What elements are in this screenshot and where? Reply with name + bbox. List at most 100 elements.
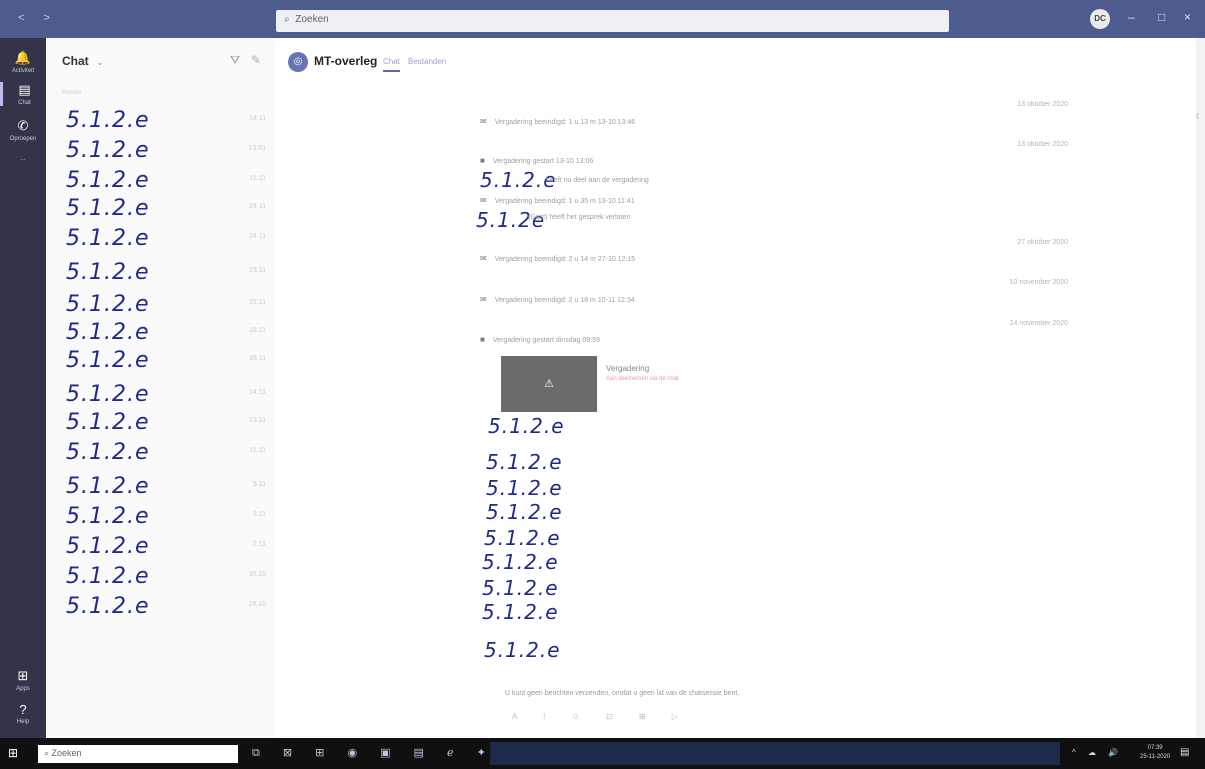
meeting-card-title: Vergadering [606,364,650,373]
minimize-button[interactable]: – [1128,10,1135,24]
search-icon: ⌕ [44,748,52,758]
search-box[interactable]: ⌕ Zoeken [276,10,949,32]
chat-list-item[interactable]: 5.1.2.e 14:11 [66,108,266,136]
nav-arrows[interactable]: < > [18,12,58,24]
windows-taskbar: ⊞ ⌕ Zoeken ⧉ ⊠ ⊞ ◉ ▣ ▤ ℯ ✦ ^ ☁ 🔊 07:39 2… [0,738,1205,769]
chat-list-item[interactable]: 5.1.2.e 13.11 [66,410,266,438]
tab-chat[interactable]: Chat [383,57,400,72]
system-message: ■ Vergadering gestart 13-10 13:06 [480,156,593,165]
compose-icon[interactable]: ✎ [251,53,261,67]
chat-list-item[interactable]: 5.1.2.e 9.11 [66,474,266,502]
chat-list-item[interactable]: 5.1.2.e 3.11 [66,504,266,532]
chat-item-name: 5.1.2.e [66,534,150,559]
search-placeholder: Zoeken [295,14,329,25]
scrollbar[interactable] [1196,113,1199,119]
rail-apps[interactable]: ⊞ Apps [0,668,46,692]
system-message-text: Vergadering gestart 13-10 13:06 [492,158,594,165]
meeting-card-subtitle[interactable]: Aan deelnemen via de chat [606,376,679,382]
chat-item-time: 11.11 [249,447,266,454]
chat-icon: ▤ [18,82,31,97]
chat-list-item[interactable]: 5.1.2.e 11:11 [66,168,266,196]
title-bar: < > ⌕ Zoeken DC – □ × [0,0,1205,38]
notification-icon[interactable]: ▤ [1180,747,1189,758]
conversation-title: MT-overleg [314,54,378,68]
meeting-card[interactable]: ⚠ [501,356,597,412]
chat-item-time: 2.11 [252,541,266,548]
rail-calls[interactable]: ✆ Oproepen [0,118,46,142]
system-message: (Gast) heeft het gesprek verlaten [528,214,630,221]
compose-toolbar[interactable]: A ! ☺ ⊡ ⊞ ▷ [512,712,690,721]
chat-list-item[interactable]: 5.1.2.e 28.10 [66,594,266,622]
chat-item-time: 9.11 [252,481,266,488]
filter-icon[interactable]: ⛛ [230,53,240,68]
redacted-name: 5.1.2.e [484,638,561,662]
date-divider: 10 november 2020 [1009,279,1068,286]
rail-chat[interactable]: ▤ Chat [0,82,46,106]
chat-list-item[interactable]: 5.1.2.e 14.11 [66,382,266,410]
rail-more[interactable]: ... [0,156,46,162]
chat-item-name: 5.1.2.e [66,320,150,345]
system-message-text: (Gast) heeft het gesprek verlaten [528,214,631,221]
avatar[interactable]: DC [1090,9,1110,29]
date-divider: 24 november 2020 [1009,320,1068,327]
close-button[interactable]: × [1184,10,1191,24]
chat-list-item[interactable]: 5.1.2.e 30.10 [66,564,266,592]
date-divider: 13 oktober 2020 [1017,101,1068,108]
chat-item-time: 14.11 [249,389,266,396]
clock-time: 07:39 [1147,745,1163,751]
chat-item-time: 24.11 [249,203,266,210]
clock[interactable]: 07:39 25-11-2020 [1140,744,1170,762]
pinned-apps[interactable]: ⧉ ⊠ ⊞ ◉ ▣ ▤ ℯ ✦ [252,746,496,760]
rail-apps-label: Apps [16,686,30,692]
system-tray[interactable]: ^ ☁ 🔊 [1072,748,1123,757]
search-icon: ⌕ [284,14,290,25]
chat-list-item[interactable]: 5.1.2.e 18.11 [66,320,266,348]
redacted-name: 5.1.2.e [486,476,563,500]
rail-calls-label: Oproepen [9,136,37,142]
chat-item-name: 5.1.2.e [66,440,150,465]
clock-date: 25-11-2020 [1140,754,1171,760]
chat-list-header[interactable]: Chat ⌄ [62,54,104,68]
chat-list-title: Chat [62,54,89,68]
rail-activity[interactable]: 🔔 Activiteit [0,50,46,74]
chevron-down-icon: ⌄ [96,57,104,67]
redacted-name: 5.1.2.e [482,576,559,600]
read-only-notice: U kunt geen berichten verzenden, omdat u… [505,690,740,697]
chat-item-name: 5.1.2.e [66,504,150,529]
chat-list-pane: Chat ⌄ ⛛ ✎ Recent 5.1.2.e 14:11 5.1.2.e 13… [46,38,276,738]
chat-item-name: 5.1.2.e [66,108,150,133]
chat-list-item[interactable]: 5.1.2.e 22.11 [66,292,266,320]
chat-list-item[interactable]: 5.1.2.e 23.11 [66,260,266,288]
windows-start-icon[interactable]: ⊞ [8,746,18,760]
taskbar-search-placeholder: Zoeken [51,748,82,758]
app-rail: 🔔 Activiteit ▤ Chat ✆ Oproepen ... ⊞ App… [0,38,46,738]
meeting-ended-icon: ✉ [480,117,487,126]
tab-files[interactable]: Bestanden [408,57,446,66]
chat-item-time: 23.11 [249,267,266,274]
chat-list-item[interactable]: 5.1.2.e 16.11 [66,348,266,376]
conversation-pane: ◎ MT-overleg Chat Bestanden 13 oktober 2… [276,38,1199,738]
chat-list-item[interactable]: 5.1.2.e 11.11 [66,440,266,468]
rail-chat-label: Chat [18,100,31,106]
maximize-button[interactable]: □ [1158,10,1165,24]
chat-item-time: 24.11 [249,233,266,240]
chat-item-name: 5.1.2.e [66,348,150,373]
date-divider: 13 oktober 2020 [1017,141,1068,148]
chat-item-time: 18.11 [249,327,266,334]
rail-help[interactable]: ? Help [0,702,46,725]
taskbar-search[interactable]: ⌕ Zoeken [38,745,238,763]
chat-item-time: 16.11 [249,355,266,362]
chat-list-item[interactable]: 5.1.2.e 13:51 [66,138,266,166]
rail-activity-label: Activiteit [11,68,35,74]
recent-label: Recent [62,90,82,96]
system-message-text: Vergadering beeindigd: 1 u 13 m 13-10 13… [494,119,636,126]
chat-list-item[interactable]: 5.1.2.e 2.11 [66,534,266,562]
chat-list-item[interactable]: 5.1.2.e 24.11 [66,196,266,224]
redacted-name: 5.1.2.e [488,414,565,438]
chat-item-time: 22.11 [249,299,266,306]
chat-item-name: 5.1.2.e [66,594,150,619]
chat-item-time: 13:51 [248,145,266,152]
chat-item-name: 5.1.2.e [66,260,150,285]
chat-item-name: 5.1.2.e [66,382,150,407]
chat-list-item[interactable]: 5.1.2.e 24.11 [66,226,266,254]
